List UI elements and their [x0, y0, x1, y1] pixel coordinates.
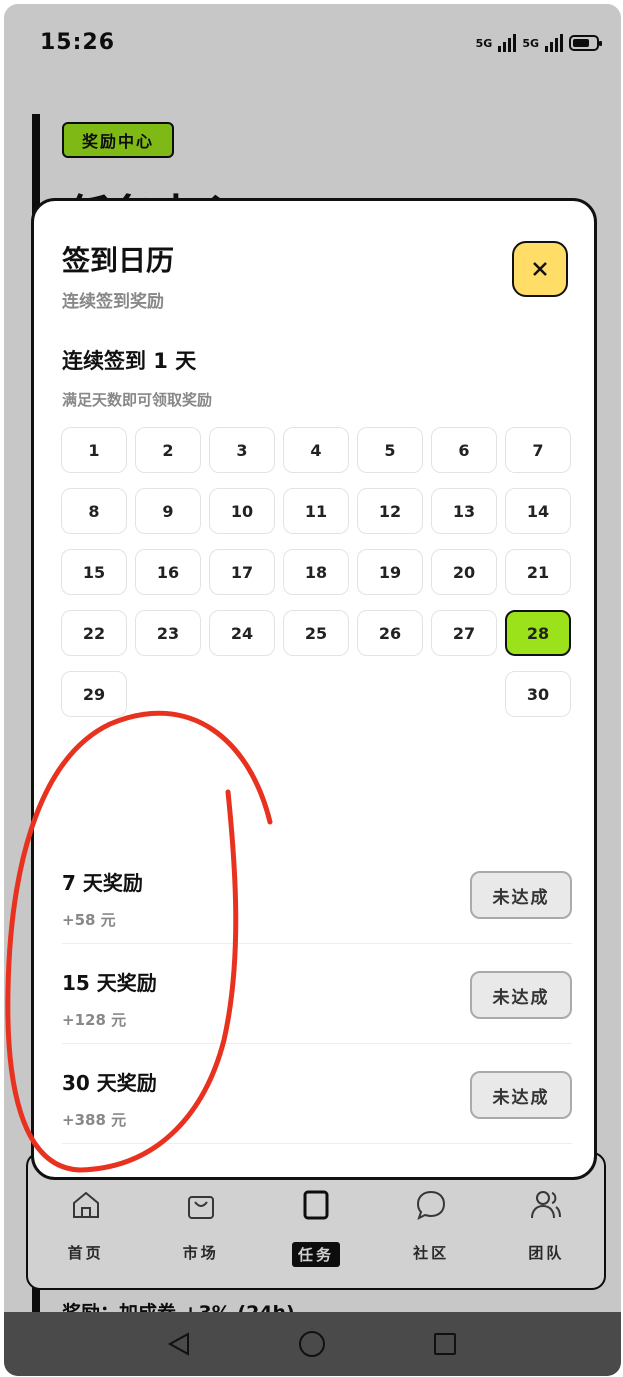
calendar-day-2[interactable]: 2	[135, 427, 201, 473]
calendar-day-14[interactable]: 14	[505, 488, 571, 534]
reward-amount: +388 元	[62, 1111, 127, 1129]
system-nav-bar	[4, 1312, 621, 1376]
calendar-day-3[interactable]: 3	[209, 427, 275, 473]
home-circle-icon[interactable]	[297, 1329, 327, 1359]
reward-amount: +58 元	[62, 911, 116, 929]
close-button[interactable]	[512, 241, 568, 297]
calendar-day-27[interactable]: 27	[431, 610, 497, 656]
reward-status-button[interactable]: 未达成	[470, 971, 572, 1019]
calendar-day-22[interactable]: 22	[61, 610, 127, 656]
calendar-day-6[interactable]: 6	[431, 427, 497, 473]
reward-name: 7 天奖励	[62, 871, 143, 895]
reward-name: 15 天奖励	[62, 971, 157, 995]
calendar-day-11[interactable]: 11	[283, 488, 349, 534]
back-icon[interactable]	[166, 1330, 194, 1358]
calendar-day-9[interactable]: 9	[135, 488, 201, 534]
close-icon	[533, 262, 547, 276]
reward-row-15: 15 天奖励 +128 元 未达成	[62, 945, 572, 1044]
calendar-day-17[interactable]: 17	[209, 549, 275, 595]
streak-count: 连续签到 1 天	[62, 349, 197, 373]
calendar-day-30[interactable]: 30	[505, 671, 571, 717]
recents-icon[interactable]	[431, 1330, 459, 1358]
calendar-day-29[interactable]: 29	[61, 671, 127, 717]
reward-status-button[interactable]: 未达成	[470, 1071, 572, 1119]
reward-amount: +128 元	[62, 1011, 127, 1029]
calendar-day-12[interactable]: 12	[357, 488, 423, 534]
calendar-day-16[interactable]: 16	[135, 549, 201, 595]
reward-row-30: 30 天奖励 +388 元 未达成	[62, 1045, 572, 1144]
modal-subtitle: 连续签到奖励	[62, 292, 164, 312]
calendar-day-13[interactable]: 13	[431, 488, 497, 534]
calendar-day-18[interactable]: 18	[283, 549, 349, 595]
reward-status-button[interactable]: 未达成	[470, 871, 572, 919]
calendar-day-28[interactable]: 28	[505, 610, 571, 656]
calendar-day-25[interactable]: 25	[283, 610, 349, 656]
calendar-day-7[interactable]: 7	[505, 427, 571, 473]
calendar-day-10[interactable]: 10	[209, 488, 275, 534]
calendar-day-26[interactable]: 26	[357, 610, 423, 656]
checkin-calendar-modal: 签到日历 连续签到奖励 连续签到 1 天 满足天数即可领取奖励 12345678…	[31, 198, 597, 1180]
streak-hint: 满足天数即可领取奖励	[62, 391, 213, 409]
calendar-day-23[interactable]: 23	[135, 610, 201, 656]
calendar-day-4[interactable]: 4	[283, 427, 349, 473]
calendar-day-5[interactable]: 5	[357, 427, 423, 473]
calendar-day-21[interactable]: 21	[505, 549, 571, 595]
reward-name: 30 天奖励	[62, 1071, 157, 1095]
calendar-day-1[interactable]: 1	[61, 427, 127, 473]
calendar-day-20[interactable]: 20	[431, 549, 497, 595]
calendar-day-19[interactable]: 19	[357, 549, 423, 595]
calendar-day-24[interactable]: 24	[209, 610, 275, 656]
calendar-day-15[interactable]: 15	[61, 549, 127, 595]
reward-row-7: 7 天奖励 +58 元 未达成	[62, 845, 572, 944]
modal-title: 签到日历	[62, 244, 175, 277]
calendar-day-8[interactable]: 8	[61, 488, 127, 534]
